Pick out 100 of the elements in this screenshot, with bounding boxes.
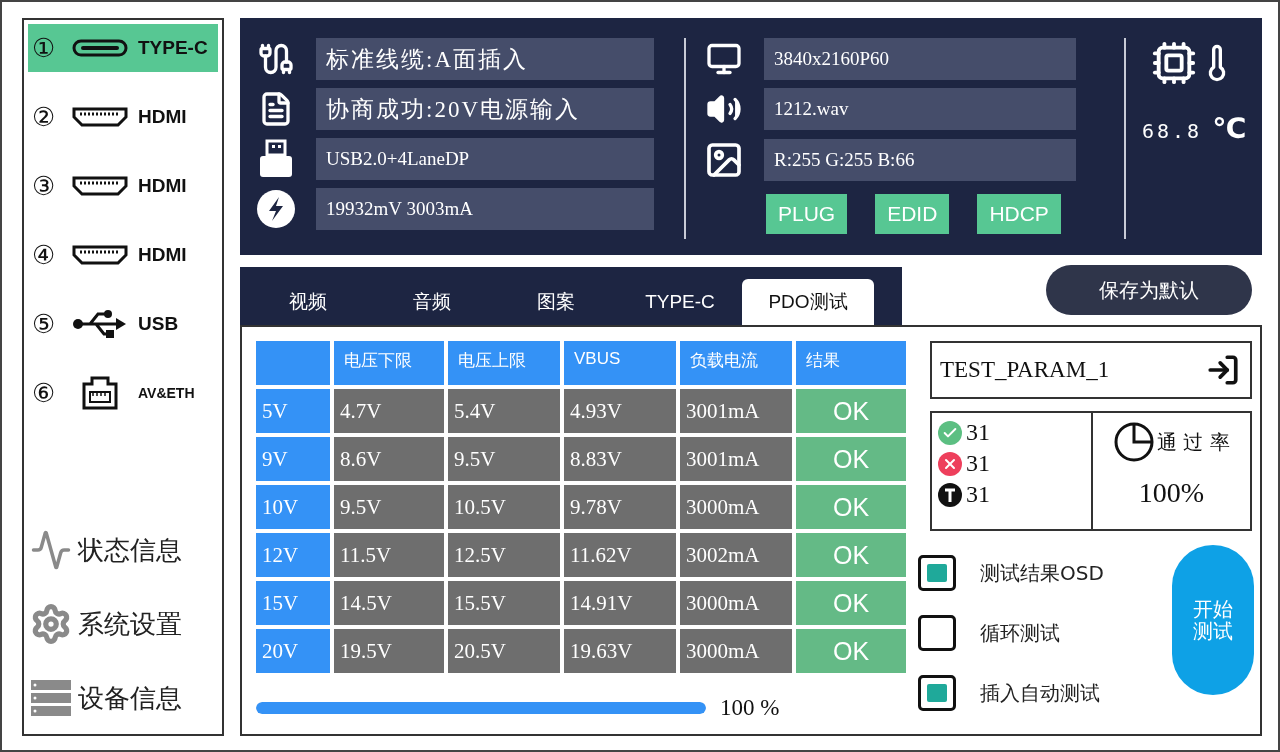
count-value: 31 — [966, 481, 990, 508]
status-text: 3840x2160P60 — [764, 38, 1076, 80]
hdmi-port-icon — [72, 176, 128, 196]
pass-rate-value: 100% — [1138, 477, 1205, 509]
table-cell: 3000mA — [680, 485, 792, 529]
option-label: 测试结果OSD — [980, 559, 1104, 587]
port-number: ③ — [32, 171, 57, 201]
column-header: 负载电流 — [680, 341, 792, 385]
chip-icon — [1151, 40, 1197, 86]
table-cell: 4.93V — [564, 389, 676, 433]
table-cell: 19.5V — [334, 629, 444, 673]
param-field[interactable]: TEST_PARAM_1 — [930, 341, 1252, 399]
table-cell: 19.63V — [564, 629, 676, 673]
table-cell: 4.7V — [334, 389, 444, 433]
port-label: HDMI — [138, 175, 187, 197]
port-label: TYPE-C — [138, 37, 208, 59]
table-cell: 10V — [256, 485, 330, 529]
column-header: 电压上限 — [448, 341, 560, 385]
server-icon — [30, 679, 72, 717]
table-cell: 3001mA — [680, 389, 792, 433]
result-cell: OK — [796, 485, 906, 529]
tab[interactable]: PDO测试 — [742, 279, 874, 325]
table-cell: 10.5V — [448, 485, 560, 529]
waveform-icon — [30, 529, 72, 571]
port-item[interactable]: ② HDMI — [28, 93, 218, 141]
table-cell: 20.5V — [448, 629, 560, 673]
port-number: ① — [32, 33, 57, 63]
port-number: ⑥ — [32, 378, 57, 408]
table-cell: 5.4V — [448, 389, 560, 433]
menu-item[interactable]: 系统设置 — [28, 602, 218, 646]
table-cell: 9.5V — [448, 437, 560, 481]
status-text: 协商成功:20V电源输入 — [316, 88, 654, 130]
usb-plug-icon — [258, 139, 294, 179]
table-cell: 5V — [256, 389, 330, 433]
port-label: AV&ETH — [138, 385, 195, 401]
result-cell: OK — [796, 533, 906, 577]
pass-rate-label: 通 过 率 — [1157, 428, 1230, 456]
login-icon[interactable] — [1206, 353, 1240, 387]
status-text: R:255 G:255 B:66 — [764, 139, 1076, 181]
table-cell: 8.6V — [334, 437, 444, 481]
menu-item[interactable]: 设备信息 — [28, 676, 218, 720]
option-label: 插入自动测试 — [980, 679, 1100, 707]
temperature-unit: ℃ — [1212, 112, 1247, 145]
port-label: HDMI — [138, 106, 187, 128]
port-item[interactable]: ③ HDMI — [28, 162, 218, 210]
usb-symbol-icon — [72, 309, 128, 339]
check-icon — [938, 420, 962, 445]
cross-icon — [938, 451, 962, 476]
port-item[interactable]: ④ HDMI — [28, 231, 218, 279]
result-cell: OK — [796, 581, 906, 625]
usb-c-port-icon — [72, 39, 128, 57]
checkbox[interactable] — [918, 675, 956, 711]
status-text: USB2.0+4LaneDP — [316, 138, 654, 180]
progress-reading: 100 % — [720, 695, 780, 721]
t-circle-icon — [938, 482, 962, 507]
status-text: 标准线缆:A面插入 — [316, 38, 654, 80]
status-text: 19932mV 3003mA — [316, 188, 654, 230]
table-cell: 3000mA — [680, 581, 792, 625]
count-value: 31 — [966, 419, 990, 446]
checkbox[interactable] — [918, 555, 956, 591]
port-number: ② — [32, 102, 57, 132]
tab[interactable]: 图案 — [494, 279, 618, 325]
tab[interactable]: 音频 — [370, 279, 494, 325]
result-cell: OK — [796, 389, 906, 433]
tab[interactable]: 视频 — [246, 279, 370, 325]
status-text: 1212.wav — [764, 88, 1076, 130]
table-cell: 14.5V — [334, 581, 444, 625]
port-item[interactable]: ⑥ AV&ETH — [28, 369, 218, 417]
table-cell: 20V — [256, 629, 330, 673]
table-cell: 15V — [256, 581, 330, 625]
table-cell: 15.5V — [448, 581, 560, 625]
table-cell: 11.62V — [564, 533, 676, 577]
menu-item[interactable]: 状态信息 — [28, 528, 218, 572]
column-header: 电压下限 — [334, 341, 444, 385]
table-cell: 9.78V — [564, 485, 676, 529]
table-cell: 12V — [256, 533, 330, 577]
table-cell: 14.91V — [564, 581, 676, 625]
port-item[interactable]: ⑤ USB — [28, 300, 218, 348]
temperature-value: 68.8 — [1141, 119, 1203, 143]
hdmi-port-icon — [72, 245, 128, 265]
monitor-icon — [706, 41, 742, 77]
port-item[interactable]: ① TYPE-C — [28, 24, 218, 72]
count-value: 31 — [966, 450, 990, 477]
hdmi-port-icon — [72, 107, 128, 127]
table-cell: 9V — [256, 437, 330, 481]
port-number: ⑤ — [32, 309, 57, 339]
table-cell: 3000mA — [680, 629, 792, 673]
cable-icon — [258, 41, 294, 77]
table-cell: 3001mA — [680, 437, 792, 481]
column-header: VBUS — [564, 341, 676, 385]
port-number: ④ — [32, 240, 57, 270]
tab[interactable]: TYPE-C — [618, 279, 742, 325]
table-cell: 8.83V — [564, 437, 676, 481]
pie-chart-icon — [1113, 421, 1156, 463]
table-cell: 9.5V — [334, 485, 444, 529]
lightning-icon — [256, 189, 296, 229]
checkbox[interactable] — [918, 615, 956, 651]
save-default-button[interactable]: 保存为默认 — [1046, 265, 1252, 315]
port-label: HDMI — [138, 244, 187, 266]
result-cell: OK — [796, 437, 906, 481]
